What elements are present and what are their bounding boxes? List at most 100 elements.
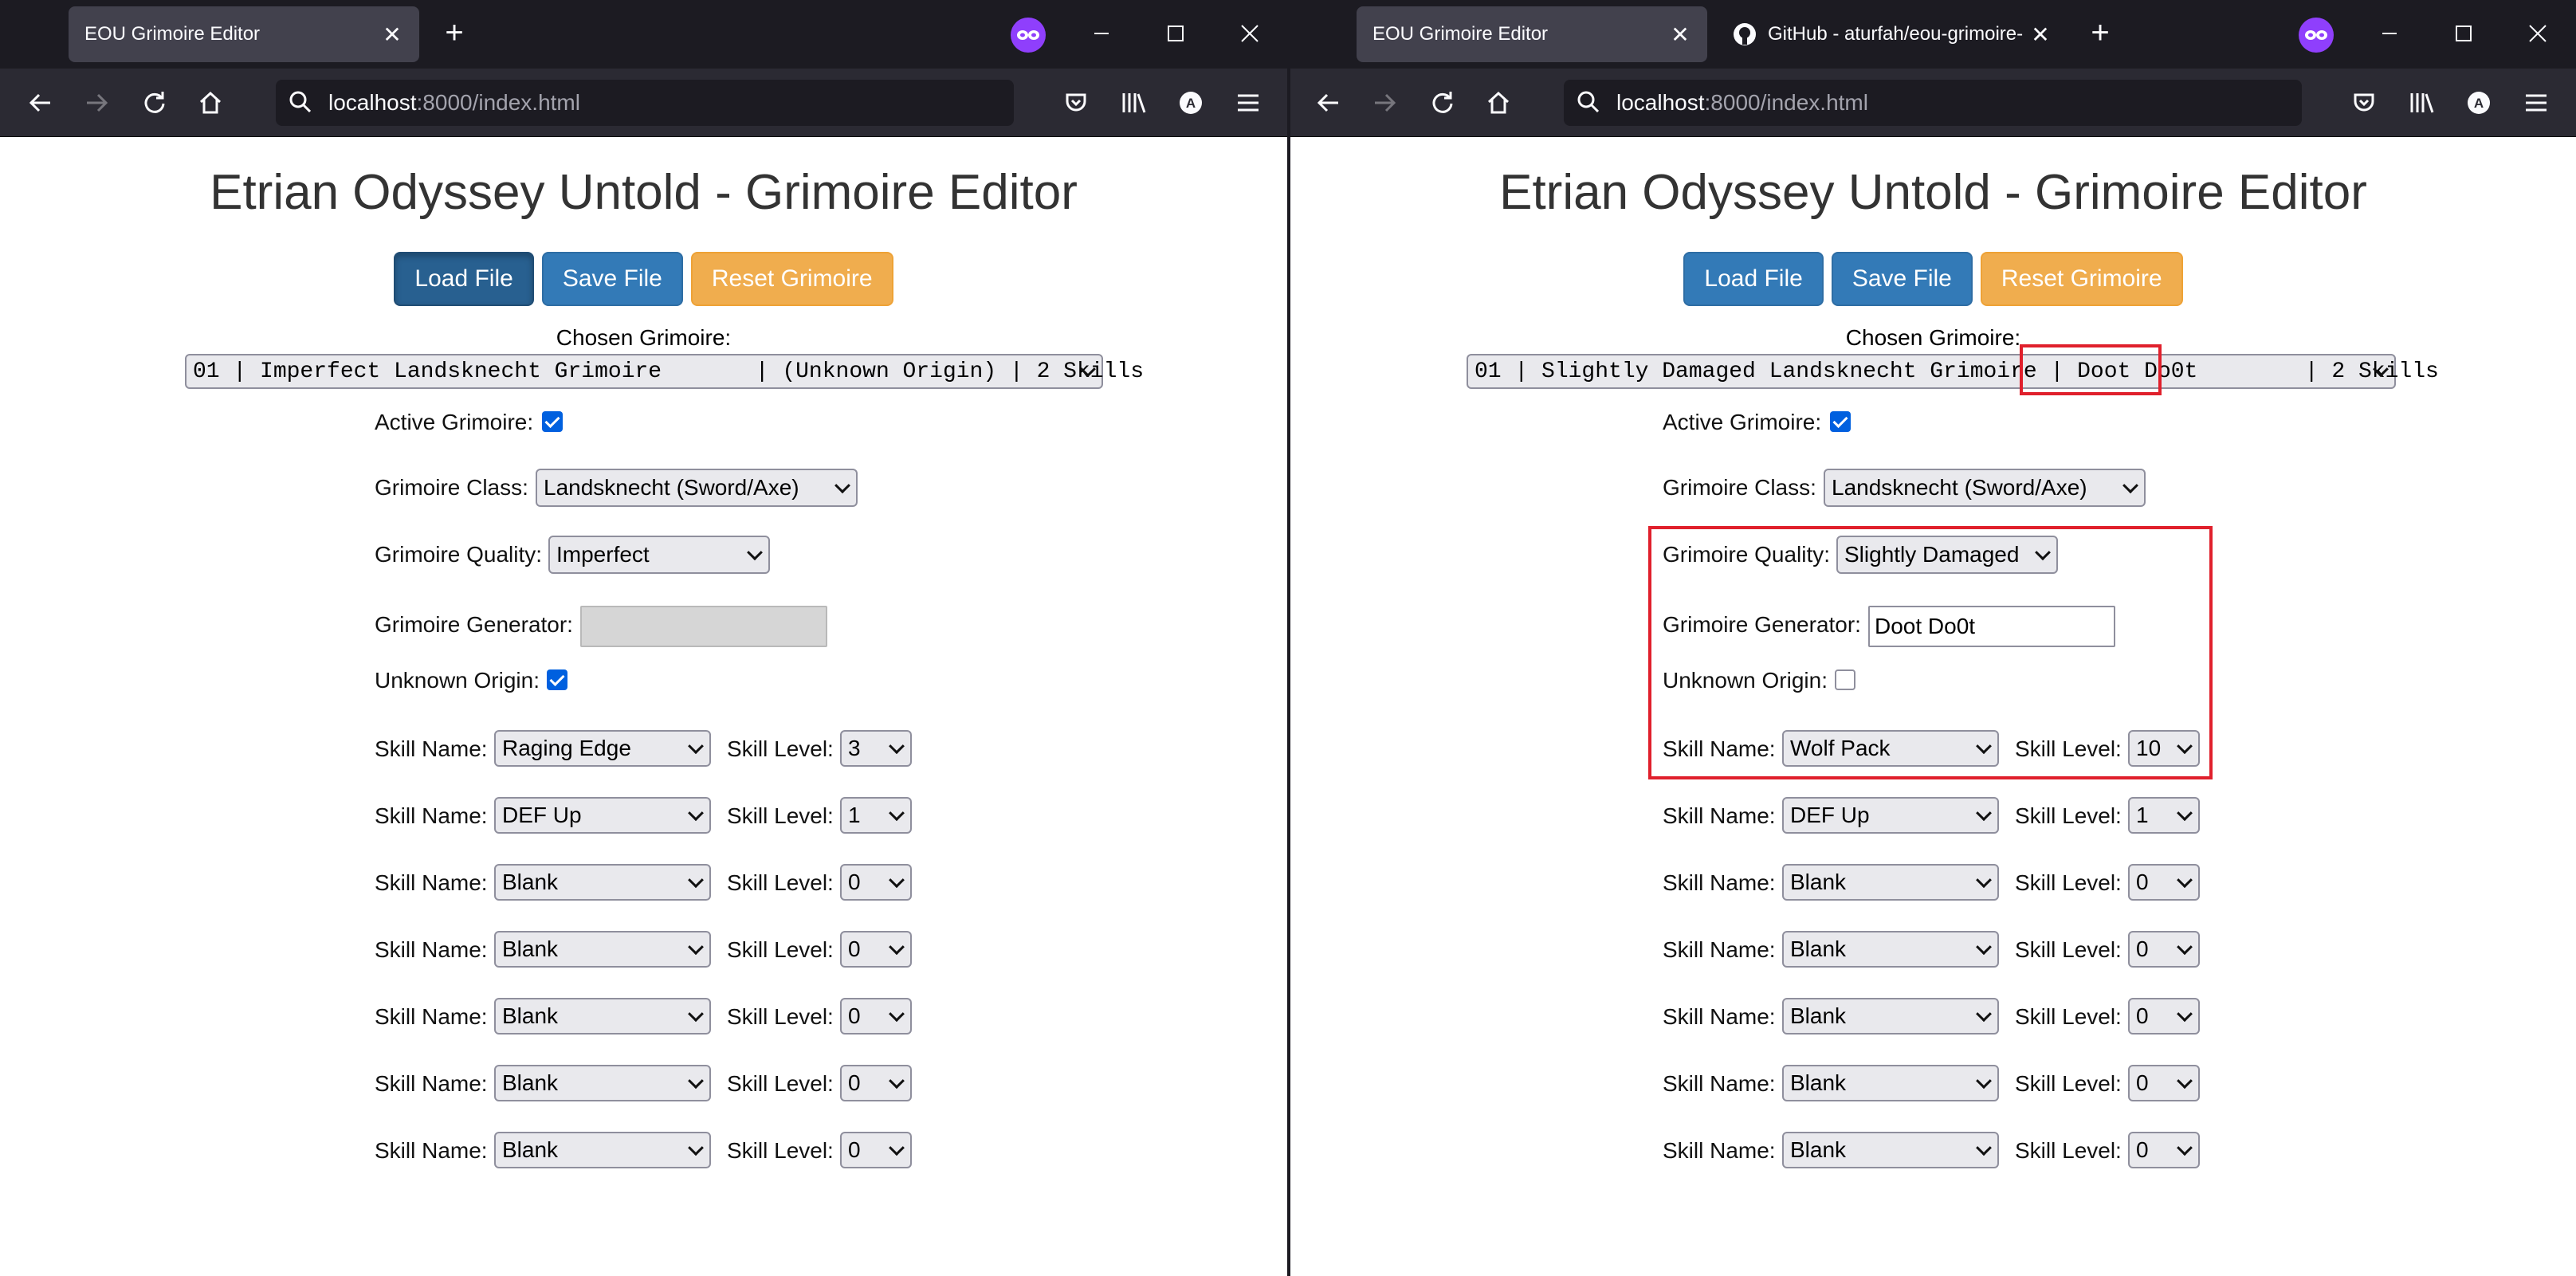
skill-name-select[interactable]: Wolf Pack: [1782, 730, 1999, 767]
load-file-button[interactable]: Load File: [394, 252, 534, 306]
reset-grimoire-button[interactable]: Reset Grimoire: [690, 252, 893, 306]
minimize-icon[interactable]: [2374, 18, 2405, 49]
skill-level-select[interactable]: 0: [840, 864, 912, 901]
forward-icon[interactable]: [81, 87, 113, 119]
tab-eou-grimoire-editor[interactable]: EOU Grimoire Editor ✕: [1357, 6, 1707, 62]
back-icon[interactable]: [24, 87, 56, 119]
skill-level-select[interactable]: 0: [840, 998, 912, 1035]
account-icon[interactable]: A: [1175, 87, 1207, 119]
home-icon[interactable]: [1482, 87, 1514, 119]
grimoire-generator-input[interactable]: Doot Do0t: [1868, 606, 2115, 647]
grimoire-class-select[interactable]: Landsknecht (Sword/Axe): [1824, 469, 2146, 507]
skill-name-select[interactable]: Blank: [1782, 864, 1999, 901]
grimoire-quality-select[interactable]: Slightly Damaged: [1836, 536, 2058, 574]
chevron-down-icon: [2035, 544, 2051, 561]
chevron-down-icon: [2177, 805, 2193, 822]
skill-level-select[interactable]: 0: [840, 931, 912, 968]
grimoire-generator-label: Grimoire Generator:: [375, 612, 573, 637]
minimize-icon[interactable]: [1086, 18, 1117, 49]
active-grimoire-label: Active Grimoire:: [1663, 410, 1822, 434]
url-bar[interactable]: localhost:8000/index.html: [276, 80, 1014, 126]
unknown-origin-checkbox[interactable]: [547, 669, 567, 690]
maximize-icon[interactable]: [1160, 18, 1192, 49]
tab-github[interactable]: GitHub - aturfah/eou-grimoire- ✕: [1717, 6, 2067, 62]
tab-title: EOU Grimoire Editor: [84, 23, 261, 45]
close-icon[interactable]: ✕: [1669, 22, 1691, 47]
skill-name-label: Skill Name:: [1663, 937, 1776, 962]
pocket-icon[interactable]: [1060, 87, 1092, 119]
plus-icon[interactable]: +: [2084, 17, 2116, 49]
grimoire-class-select[interactable]: Landsknecht (Sword/Axe): [536, 469, 858, 507]
chevron-down-icon: [688, 1140, 704, 1156]
page-content: Etrian Odyssey Untold - Grimoire Editor …: [1290, 137, 2576, 1276]
skill-name-select[interactable]: Blank: [494, 998, 711, 1035]
chosen-grimoire-select[interactable]: 01 | Imperfect Landsknecht Grimoire | (U…: [185, 354, 1144, 389]
skill-level-select[interactable]: 10: [2128, 730, 2200, 767]
unknown-origin-checkbox[interactable]: [1835, 669, 1855, 690]
skill-name-label: Skill Name:: [1663, 1071, 1776, 1096]
chosen-grimoire-select[interactable]: 01 | Slightly Damaged Landsknecht Grimoi…: [1467, 354, 2439, 389]
skill-name-select[interactable]: DEF Up: [1782, 797, 1999, 834]
skill-level-select[interactable]: 3: [840, 730, 912, 767]
chevron-down-icon: [1976, 872, 1992, 889]
skill-name-select[interactable]: Blank: [1782, 1065, 1999, 1101]
skill-name-select[interactable]: Blank: [494, 1065, 711, 1101]
chevron-down-icon: [2177, 1073, 2193, 1090]
plus-icon[interactable]: +: [438, 17, 470, 49]
close-icon[interactable]: ✕: [2029, 22, 2052, 47]
skill-level-value: 0: [848, 936, 861, 961]
skill-name-select[interactable]: Raging Edge: [494, 730, 711, 767]
close-icon[interactable]: ✕: [381, 22, 403, 47]
skill-level-select[interactable]: 0: [2128, 1065, 2200, 1101]
chevron-down-icon: [889, 1006, 905, 1023]
url-bar[interactable]: localhost:8000/index.html: [1564, 80, 2302, 126]
skill-name-value: DEF Up: [1790, 803, 1870, 827]
menu-icon[interactable]: [2520, 87, 2552, 119]
tab-eou-grimoire-editor[interactable]: EOU Grimoire Editor ✕: [69, 6, 419, 62]
chevron-down-icon: [2177, 872, 2193, 889]
forward-icon[interactable]: [1369, 87, 1401, 119]
account-icon[interactable]: A: [2463, 87, 2495, 119]
library-icon[interactable]: [1117, 87, 1149, 119]
skill-level-select[interactable]: 0: [2128, 998, 2200, 1035]
skill-name-select[interactable]: Blank: [494, 1132, 711, 1168]
save-file-button[interactable]: Save File: [1831, 252, 1973, 306]
reset-grimoire-button[interactable]: Reset Grimoire: [1980, 252, 2183, 306]
skill-name-label: Skill Name:: [375, 1004, 488, 1029]
skill-level-select[interactable]: 0: [2128, 864, 2200, 901]
skill-level-select[interactable]: 0: [840, 1065, 912, 1101]
reload-icon[interactable]: [139, 87, 171, 119]
skill-name-select[interactable]: Blank: [494, 931, 711, 968]
skill-level-select[interactable]: 1: [840, 797, 912, 834]
chevron-down-icon: [889, 939, 905, 956]
back-icon[interactable]: [1312, 87, 1344, 119]
skill-name-select[interactable]: DEF Up: [494, 797, 711, 834]
skill-level-select[interactable]: 0: [2128, 931, 2200, 968]
window-close-icon[interactable]: [1234, 18, 1266, 49]
skill-level-value: 0: [2136, 936, 2149, 961]
reload-icon[interactable]: [1427, 87, 1459, 119]
active-grimoire-checkbox[interactable]: [542, 411, 563, 432]
save-file-button[interactable]: Save File: [541, 252, 683, 306]
skill-level-select[interactable]: 0: [840, 1132, 912, 1168]
skill-level-label: Skill Level:: [2015, 1071, 2122, 1096]
skill-level-select[interactable]: 0: [2128, 1132, 2200, 1168]
skill-level-value: 0: [2136, 1003, 2149, 1028]
window-close-icon[interactable]: [2522, 18, 2554, 49]
url-host: localhost: [1616, 90, 1705, 115]
skill-name-select[interactable]: Blank: [1782, 1132, 1999, 1168]
skill-name-select[interactable]: Blank: [1782, 998, 1999, 1035]
pocket-icon[interactable]: [2348, 87, 2380, 119]
home-icon[interactable]: [194, 87, 226, 119]
skill-level-value: 3: [848, 736, 861, 760]
load-file-button[interactable]: Load File: [1683, 252, 1824, 306]
grimoire-quality-select[interactable]: Imperfect: [548, 536, 770, 574]
grimoire-generator-input[interactable]: [580, 606, 827, 647]
active-grimoire-checkbox[interactable]: [1830, 411, 1851, 432]
skill-name-select[interactable]: Blank: [494, 864, 711, 901]
maximize-icon[interactable]: [2448, 18, 2480, 49]
skill-level-select[interactable]: 1: [2128, 797, 2200, 834]
menu-icon[interactable]: [1232, 87, 1264, 119]
skill-name-select[interactable]: Blank: [1782, 931, 1999, 968]
library-icon[interactable]: [2405, 87, 2437, 119]
